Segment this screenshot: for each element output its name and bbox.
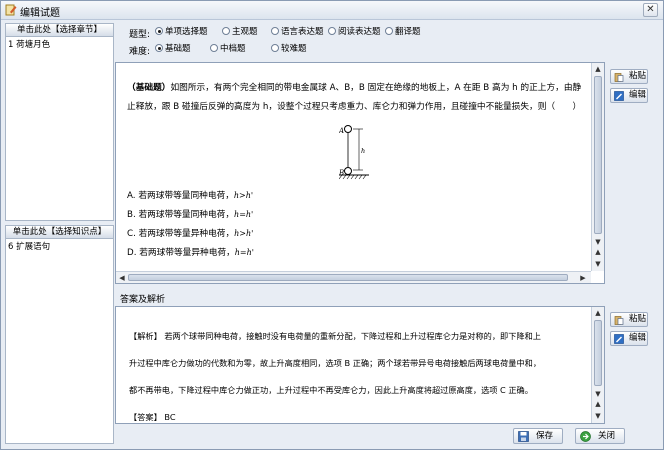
- option-c: C. 若两球带等量异种电荷，h>h': [127, 229, 254, 239]
- radio-medium[interactable]: 中档题: [210, 43, 246, 56]
- chapter-list[interactable]: 1 荷塘月色: [5, 37, 114, 221]
- question-type-label: 题型:: [129, 30, 151, 40]
- answer-line: 【解析】 若两个球带同种电荷，接触时没有电荷量的重新分配，下降过程和上升过程库仑…: [129, 331, 541, 341]
- difficulty-row: 难度: 基础题 中档题 较难题: [129, 43, 549, 57]
- page-down-icon[interactable]: ▼: [593, 411, 603, 421]
- page-down-icon[interactable]: ▼: [593, 259, 603, 269]
- figure-label-a: A: [339, 127, 344, 135]
- question-stem-text: 如图所示，有两个完全相同的带电金属球 A、B，B 固定在绝缘的地板上，A 在距 …: [127, 83, 582, 112]
- page-up-icon[interactable]: ▲: [593, 399, 603, 409]
- radio-checked-icon: [155, 27, 163, 35]
- figure-label-h: h: [361, 147, 365, 155]
- radio-subjective[interactable]: 主观题: [222, 26, 258, 39]
- option-b: B. 若两球带等量同种电荷，h=h': [127, 210, 254, 220]
- scroll-thumb[interactable]: [128, 274, 568, 281]
- answer-line: 【答案】 BC: [129, 412, 176, 422]
- radio-hard[interactable]: 较难题: [271, 43, 307, 56]
- scroll-down-icon[interactable]: ▼: [593, 237, 603, 247]
- question-editor[interactable]: （基础题）如图所示，有两个完全相同的带电金属球 A、B，B 固定在绝缘的地板上，…: [115, 62, 605, 284]
- page-up-icon[interactable]: ▲: [593, 247, 603, 257]
- edit-icon: [614, 334, 624, 344]
- knowledge-list[interactable]: 6 扩展语句: [5, 239, 114, 444]
- scroll-thumb[interactable]: [594, 76, 602, 234]
- option-d: D. 若两球带等量异种电荷，h=h': [127, 248, 254, 258]
- select-knowledge-button[interactable]: 单击此处【选择知识点】: [5, 225, 114, 239]
- answer-edit-button[interactable]: 编辑: [610, 331, 648, 346]
- radio-unchecked-icon: [385, 27, 393, 35]
- scroll-down-icon[interactable]: ▼: [593, 389, 603, 399]
- question-figure: A h B: [339, 125, 369, 180]
- option-a: A. 若两球带等量同种电荷，h>h': [127, 191, 254, 201]
- window-close-button[interactable]: ✕: [643, 3, 658, 17]
- scroll-thumb[interactable]: [594, 320, 602, 386]
- edit-icon: [614, 91, 624, 101]
- edit-question-window: 编辑试题 ✕ 单击此处【选择章节】 1 荷塘月色 单击此处【选择知识点】 6 扩…: [0, 0, 664, 450]
- answer-paste-button[interactable]: 粘贴: [610, 312, 648, 327]
- paste-icon: [614, 316, 624, 325]
- question-content[interactable]: （基础题）如图所示，有两个完全相同的带电金属球 A、B，B 固定在绝缘的地板上，…: [119, 66, 591, 268]
- answer-editor[interactable]: 【解析】 若两个球带同种电荷，接触时没有电荷量的重新分配，下降过程和上升过程库仑…: [115, 306, 605, 424]
- scroll-left-icon[interactable]: ◀: [117, 273, 127, 283]
- radio-unchecked-icon: [271, 44, 279, 52]
- title-bar: 编辑试题 ✕: [1, 1, 663, 20]
- answer-content[interactable]: 【解析】 若两个球带同种电荷，接触时没有电荷量的重新分配，下降过程和上升过程库仑…: [119, 310, 591, 431]
- radio-language-expression[interactable]: 语言表达题: [271, 26, 324, 39]
- radio-checked-icon: [155, 44, 163, 52]
- knowledge-item[interactable]: 6 扩展语句: [6, 239, 113, 253]
- question-vertical-scrollbar[interactable]: ▲ ▼ ▲ ▼: [591, 63, 604, 271]
- question-stem: （基础题）如图所示，有两个完全相同的带电金属球 A、B，B 固定在绝缘的地板上，…: [127, 79, 583, 117]
- close-exit-icon: [580, 431, 591, 442]
- question-horizontal-scrollbar[interactable]: ◀ ▶: [116, 271, 591, 283]
- save-button[interactable]: 保存: [513, 428, 563, 444]
- radio-single-choice[interactable]: 单项选择题: [155, 26, 208, 39]
- radio-unchecked-icon: [222, 27, 230, 35]
- chapter-item[interactable]: 1 荷塘月色: [6, 37, 113, 51]
- ball-b: [344, 167, 352, 175]
- radio-translation[interactable]: 翻译题: [385, 26, 421, 39]
- answer-line: 升过程中库仑力做功的代数和为零，故上升高度相同，选项 B 正确；两个球若带异号电…: [129, 358, 542, 368]
- radio-basic[interactable]: 基础题: [155, 43, 191, 56]
- question-type-row: 题型: 单项选择题 主观题 语言表达题 阅读表达题 翻译题: [129, 26, 549, 40]
- radio-unchecked-icon: [328, 27, 336, 35]
- difficulty-label: 难度:: [129, 47, 151, 57]
- answer-line: 都不再带电，下降过程中库仑力做正功，上升过程中不再受库仑力，因此上升高度将超过原…: [129, 385, 533, 395]
- question-tag: （基础题）: [127, 83, 171, 93]
- question-edit-button[interactable]: 编辑: [610, 88, 648, 103]
- radio-reading-expression[interactable]: 阅读表达题: [328, 26, 381, 39]
- scroll-right-icon[interactable]: ▶: [578, 273, 588, 283]
- radio-unchecked-icon: [271, 27, 279, 35]
- answer-section-label: 答案及解析: [120, 295, 166, 305]
- question-paste-button[interactable]: 粘贴: [610, 69, 648, 84]
- answer-vertical-scrollbar[interactable]: ▲ ▼ ▲ ▼: [591, 307, 604, 423]
- window-title: 编辑试题: [20, 8, 60, 19]
- ball-a: [344, 125, 352, 133]
- paste-icon: [614, 73, 624, 82]
- scroll-up-icon[interactable]: ▲: [593, 308, 603, 318]
- scroll-up-icon[interactable]: ▲: [593, 64, 603, 74]
- close-button[interactable]: 关闭: [575, 428, 625, 444]
- radio-unchecked-icon: [210, 44, 218, 52]
- left-panel: 单击此处【选择章节】 1 荷塘月色 单击此处【选择知识点】 6 扩展语句: [5, 23, 114, 444]
- select-chapter-button[interactable]: 单击此处【选择章节】: [5, 23, 114, 37]
- edit-document-icon: [5, 4, 17, 16]
- save-disk-icon: [518, 431, 529, 442]
